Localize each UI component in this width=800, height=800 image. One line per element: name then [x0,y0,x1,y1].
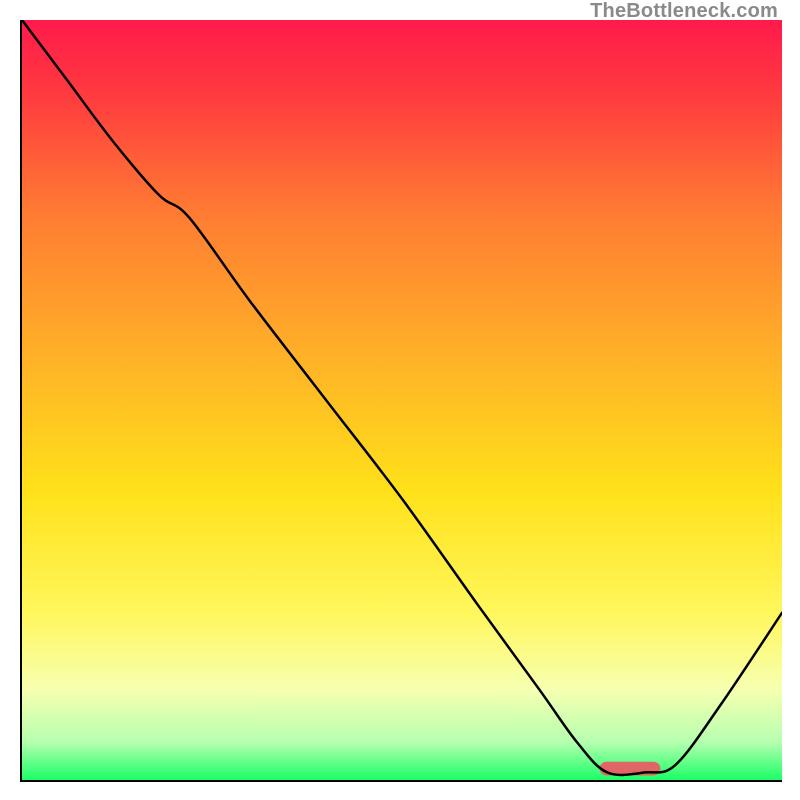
watermark-label: TheBottleneck.com [590,0,778,23]
bottleneck-curve-line [22,20,782,775]
bottleneck-chart: TheBottleneck.com [0,0,800,800]
plot-area [20,20,782,782]
chart-overlay [22,20,782,780]
